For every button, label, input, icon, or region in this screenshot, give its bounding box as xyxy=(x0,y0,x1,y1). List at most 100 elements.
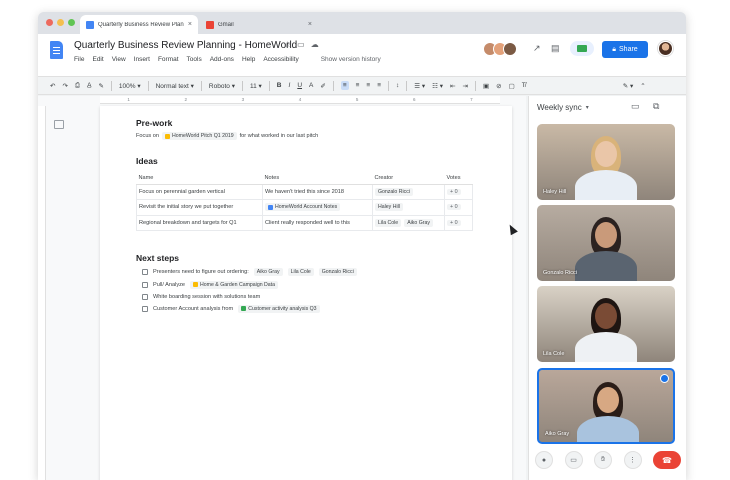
checkbox[interactable] xyxy=(142,293,148,300)
participant-tile[interactable]: Gonzalo Ricci xyxy=(537,205,675,281)
end-call-button[interactable]: ☎︎ xyxy=(653,451,681,469)
align-center-icon[interactable]: ≡ xyxy=(356,82,360,89)
person-chip[interactable]: Gonzalo Ricci xyxy=(318,267,357,276)
move-folder-icon[interactable]: ▭ xyxy=(297,40,305,49)
tab-gmail[interactable]: Gmail × xyxy=(200,15,318,34)
insert-image-icon[interactable]: ▣ xyxy=(483,82,489,90)
idea-notes-cell[interactable]: HomeWorld Account Notes xyxy=(262,199,373,216)
menu-item-view[interactable]: View xyxy=(112,56,126,63)
file-chip[interactable]: Home & Garden Campaign Data xyxy=(190,280,278,289)
insert-link-icon[interactable]: ⊘ xyxy=(496,82,501,90)
chevron-down-icon[interactable]: ▾ xyxy=(586,104,589,111)
font-size-select[interactable]: 11 ▾ xyxy=(250,82,262,90)
minimize-window-button[interactable] xyxy=(57,19,64,26)
table-row[interactable]: Regional breakdown and targets for Q1 Cli… xyxy=(136,214,473,231)
menu-item-insert[interactable]: Insert xyxy=(134,56,150,63)
text-color-icon[interactable]: A xyxy=(309,82,313,89)
vertical-ruler[interactable] xyxy=(38,106,46,480)
participant-tile[interactable]: Haley Hill xyxy=(537,124,675,200)
italic-icon[interactable]: I xyxy=(289,82,291,89)
participant-tile[interactable]: Aiko Gray xyxy=(537,368,675,444)
idea-creator-cell[interactable]: Gonzalo Ricci xyxy=(372,184,445,200)
align-right-icon[interactable]: ≡ xyxy=(366,82,370,89)
person-chip[interactable]: Aiko Gray xyxy=(253,267,283,276)
menu-item-accessibility[interactable]: Accessibility xyxy=(263,56,298,63)
table-row[interactable]: Focus on perennial garden vertical We hav… xyxy=(136,184,473,200)
close-window-button[interactable] xyxy=(46,19,53,26)
close-icon[interactable]: × xyxy=(188,21,192,28)
editing-mode-icon[interactable]: ✎ ▾ xyxy=(623,82,634,90)
raise-hand-icon[interactable]: ✋︎ xyxy=(594,451,612,469)
star-icon[interactable]: ☆ xyxy=(284,40,291,49)
checkbox[interactable] xyxy=(142,281,148,288)
idea-creator-cell[interactable]: Lila Cole Aiko Gray xyxy=(372,214,445,231)
paint-format-icon[interactable]: ✎ xyxy=(98,82,103,90)
microphone-icon[interactable]: ● xyxy=(535,451,553,469)
file-chip[interactable]: Customer activity analysis Q3 xyxy=(238,304,320,313)
line-spacing-icon[interactable]: ↕ xyxy=(396,82,399,89)
checkbox[interactable] xyxy=(142,305,148,312)
increase-indent-icon[interactable]: ⇥ xyxy=(463,82,468,90)
underline-icon[interactable]: U xyxy=(297,82,302,89)
idea-name-cell[interactable]: Focus on perennial garden vertical xyxy=(136,184,263,200)
align-left-icon[interactable]: ≡ xyxy=(340,81,349,90)
bold-icon[interactable]: B xyxy=(277,82,282,89)
cloud-saved-icon[interactable]: ☁ xyxy=(311,40,319,49)
menu-item-tools[interactable]: Tools xyxy=(187,56,202,63)
open-in-new-icon[interactable]: ⧉ xyxy=(653,101,659,112)
horizontal-ruler[interactable]: 1 2 3 4 5 6 7 xyxy=(100,96,500,104)
decrease-indent-icon[interactable]: ⇤ xyxy=(450,82,455,90)
style-select[interactable]: Normal text ▾ xyxy=(156,82,194,90)
checklist-icon[interactable]: ☰ ▾ xyxy=(414,82,425,90)
person-chip[interactable]: Aiko Gray xyxy=(404,218,433,227)
idea-name-cell[interactable]: Revisit the initial story we put togethe… xyxy=(136,199,263,216)
meeting-title[interactable]: Weekly sync xyxy=(537,103,582,112)
person-chip[interactable]: Gonzalo Ricci xyxy=(375,188,414,196)
meet-button[interactable] xyxy=(570,41,594,56)
vote-button[interactable]: + 0 xyxy=(447,204,461,211)
zoom-select[interactable]: 100% ▾ xyxy=(119,82,141,90)
person-chip[interactable]: Lila Cole xyxy=(287,267,314,276)
align-justify-icon[interactable]: ≡ xyxy=(377,82,381,89)
collapse-menus-icon[interactable]: ⌃ xyxy=(640,82,645,90)
idea-notes-cell[interactable]: Client really responded well to this xyxy=(262,214,373,231)
camera-icon[interactable]: ▭ xyxy=(564,451,583,469)
font-select[interactable]: Roboto ▾ xyxy=(209,82,235,90)
activity-trend-icon[interactable]: ↗ xyxy=(533,43,541,54)
file-chip[interactable]: HomeWorld Account Notes xyxy=(265,203,341,211)
undo-icon[interactable]: ↶ xyxy=(50,82,55,90)
menu-item-addons[interactable]: Add-ons xyxy=(210,56,234,63)
picture-in-picture-icon[interactable]: ▭ xyxy=(631,101,640,112)
tab-docs[interactable]: Quarterly Business Review Plan × xyxy=(80,15,198,34)
comments-icon[interactable]: ▤ xyxy=(551,43,560,54)
share-button[interactable]: 🔒︎ Share xyxy=(602,41,648,58)
clear-formatting-icon[interactable]: T̸ xyxy=(522,82,526,89)
file-chip[interactable]: HomeWorld Pitch Q1 2019 xyxy=(162,132,237,140)
menu-item-edit[interactable]: Edit xyxy=(92,56,103,63)
menu-item-format[interactable]: Format xyxy=(158,56,179,63)
user-avatar[interactable] xyxy=(658,41,673,56)
document-outline-icon[interactable] xyxy=(54,120,64,129)
vote-button[interactable]: + 0 xyxy=(447,189,461,195)
participant-tile[interactable]: Lila Cole xyxy=(537,286,675,362)
highlight-icon[interactable]: ✐ xyxy=(320,82,325,90)
idea-name-cell[interactable]: Regional breakdown and targets for Q1 xyxy=(136,214,263,231)
idea-creator-cell[interactable]: Haley Hill xyxy=(372,199,445,216)
print-icon[interactable]: ⎙ xyxy=(75,82,80,90)
menu-item-help[interactable]: Help xyxy=(242,56,255,63)
avatar[interactable] xyxy=(503,42,517,56)
maximize-window-button[interactable] xyxy=(68,19,75,26)
spellcheck-icon[interactable]: A̲ xyxy=(87,82,91,89)
vote-button[interactable]: + 0 xyxy=(447,219,461,226)
idea-notes-cell[interactable]: We haven't tried this since 2018 xyxy=(262,184,373,200)
version-history-link[interactable]: Show version history xyxy=(321,56,381,63)
docs-logo-icon[interactable] xyxy=(50,41,63,59)
redo-icon[interactable]: ↷ xyxy=(62,82,67,90)
table-row[interactable]: Revisit the initial story we put togethe… xyxy=(136,199,473,216)
document-page[interactable]: Pre-work Focus on HomeWorld Pitch Q1 201… xyxy=(100,106,512,480)
bulleted-list-icon[interactable]: ☷ ▾ xyxy=(432,82,443,90)
add-comment-icon[interactable]: ▢ xyxy=(509,82,515,90)
person-chip[interactable]: Haley Hill xyxy=(375,203,403,212)
menu-item-file[interactable]: File xyxy=(74,56,84,63)
person-chip[interactable]: Lila Cole xyxy=(375,218,402,227)
